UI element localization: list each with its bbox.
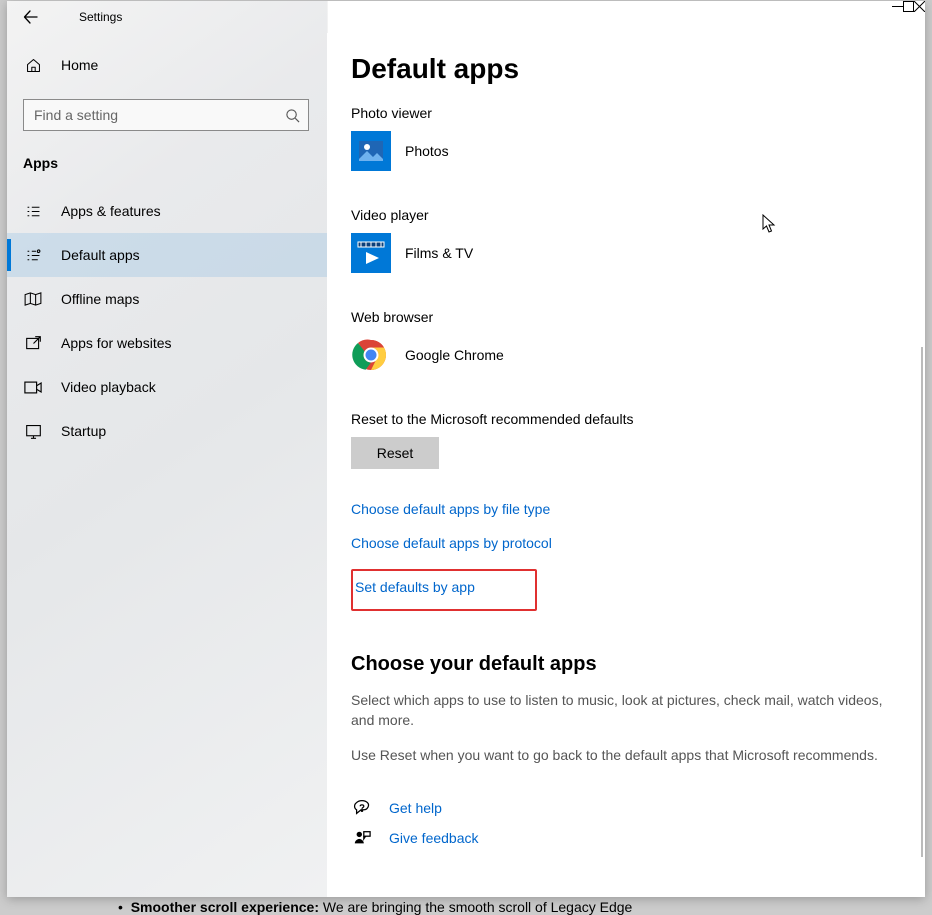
sidebar: Settings Home Apps	[7, 1, 328, 897]
window-controls	[892, 1, 925, 12]
give-feedback-link[interactable]: Give feedback	[351, 823, 901, 853]
video-icon	[23, 381, 43, 394]
sidebar-item-label: Default apps	[61, 247, 140, 263]
sidebar-item-label: Apps for websites	[61, 335, 172, 351]
default-app-photo[interactable]: Photos	[351, 131, 901, 171]
home-icon	[23, 57, 43, 74]
get-help-label: Get help	[389, 800, 442, 816]
sidebar-item-offline-maps[interactable]: Offline maps	[7, 277, 327, 321]
sidebar-item-apps-features[interactable]: Apps & features	[7, 189, 327, 233]
group-heading-browser: Web browser	[351, 309, 901, 325]
give-feedback-label: Give feedback	[389, 830, 479, 846]
link-by-app[interactable]: Set defaults by app	[355, 579, 475, 595]
search-icon	[277, 108, 308, 123]
annotation-highlight: Set defaults by app	[351, 569, 537, 611]
back-button[interactable]	[7, 1, 55, 33]
feedback-icon	[351, 829, 373, 847]
close-icon	[914, 1, 925, 12]
sidebar-item-label: Startup	[61, 423, 106, 439]
group-heading-video: Video player	[351, 207, 901, 223]
minimize-icon	[892, 1, 903, 12]
group-heading-photo: Photo viewer	[351, 105, 901, 121]
sidebar-nav: Apps & features Default apps Offline map…	[7, 179, 327, 453]
search-box[interactable]	[23, 99, 309, 131]
films-tv-app-icon	[351, 233, 391, 273]
default-app-label: Photos	[405, 143, 449, 159]
page-title: Default apps	[351, 53, 901, 85]
minimize-button[interactable]	[892, 1, 903, 12]
chrome-app-icon	[351, 335, 391, 375]
search-input[interactable]	[24, 107, 277, 123]
get-help-link[interactable]: Get help	[351, 793, 901, 823]
sidebar-item-startup[interactable]: Startup	[7, 409, 327, 453]
sidebar-item-label: Apps & features	[61, 203, 161, 219]
reset-heading: Reset to the Microsoft recommended defau…	[351, 411, 901, 427]
photos-app-icon	[351, 131, 391, 171]
reset-button[interactable]: Reset	[351, 437, 439, 469]
settings-window: Settings Home Apps	[7, 1, 925, 897]
sidebar-item-label: Video playback	[61, 379, 156, 395]
sidebar-item-label: Offline maps	[61, 291, 139, 307]
default-app-video[interactable]: Films & TV	[351, 233, 901, 273]
background-text: • Smoother scroll experience: We are bri…	[118, 899, 632, 915]
scrollbar[interactable]	[921, 347, 923, 857]
sidebar-home-label: Home	[61, 57, 98, 73]
content-pane: Default apps Photo viewer Photos Video p…	[327, 33, 925, 897]
close-button[interactable]	[914, 1, 925, 12]
help-icon	[351, 799, 373, 817]
maximize-button[interactable]	[903, 1, 914, 12]
default-app-browser[interactable]: Google Chrome	[351, 335, 901, 375]
link-by-file-type[interactable]: Choose default apps by file type	[351, 501, 550, 517]
map-icon	[23, 292, 43, 306]
defaults-icon	[23, 247, 43, 264]
default-app-label: Google Chrome	[405, 347, 504, 363]
link-by-protocol[interactable]: Choose default apps by protocol	[351, 535, 552, 551]
maximize-icon	[903, 1, 914, 12]
back-arrow-icon	[23, 9, 39, 25]
sidebar-home[interactable]: Home	[7, 41, 327, 89]
sidebar-item-default-apps[interactable]: Default apps	[7, 233, 327, 277]
sidebar-section-label: Apps	[7, 137, 327, 179]
sidebar-item-apps-websites[interactable]: Apps for websites	[7, 321, 327, 365]
choose-body-2: Use Reset when you want to go back to th…	[351, 745, 901, 765]
list-icon	[23, 203, 43, 220]
titlebar-left: Settings	[7, 1, 327, 33]
window-title: Settings	[55, 10, 122, 24]
sidebar-item-video-playback[interactable]: Video playback	[7, 365, 327, 409]
choose-heading: Choose your default apps	[351, 653, 901, 676]
startup-icon	[23, 423, 43, 440]
open-external-icon	[23, 335, 43, 352]
default-app-label: Films & TV	[405, 245, 473, 261]
choose-body-1: Select which apps to use to listen to mu…	[351, 690, 901, 731]
